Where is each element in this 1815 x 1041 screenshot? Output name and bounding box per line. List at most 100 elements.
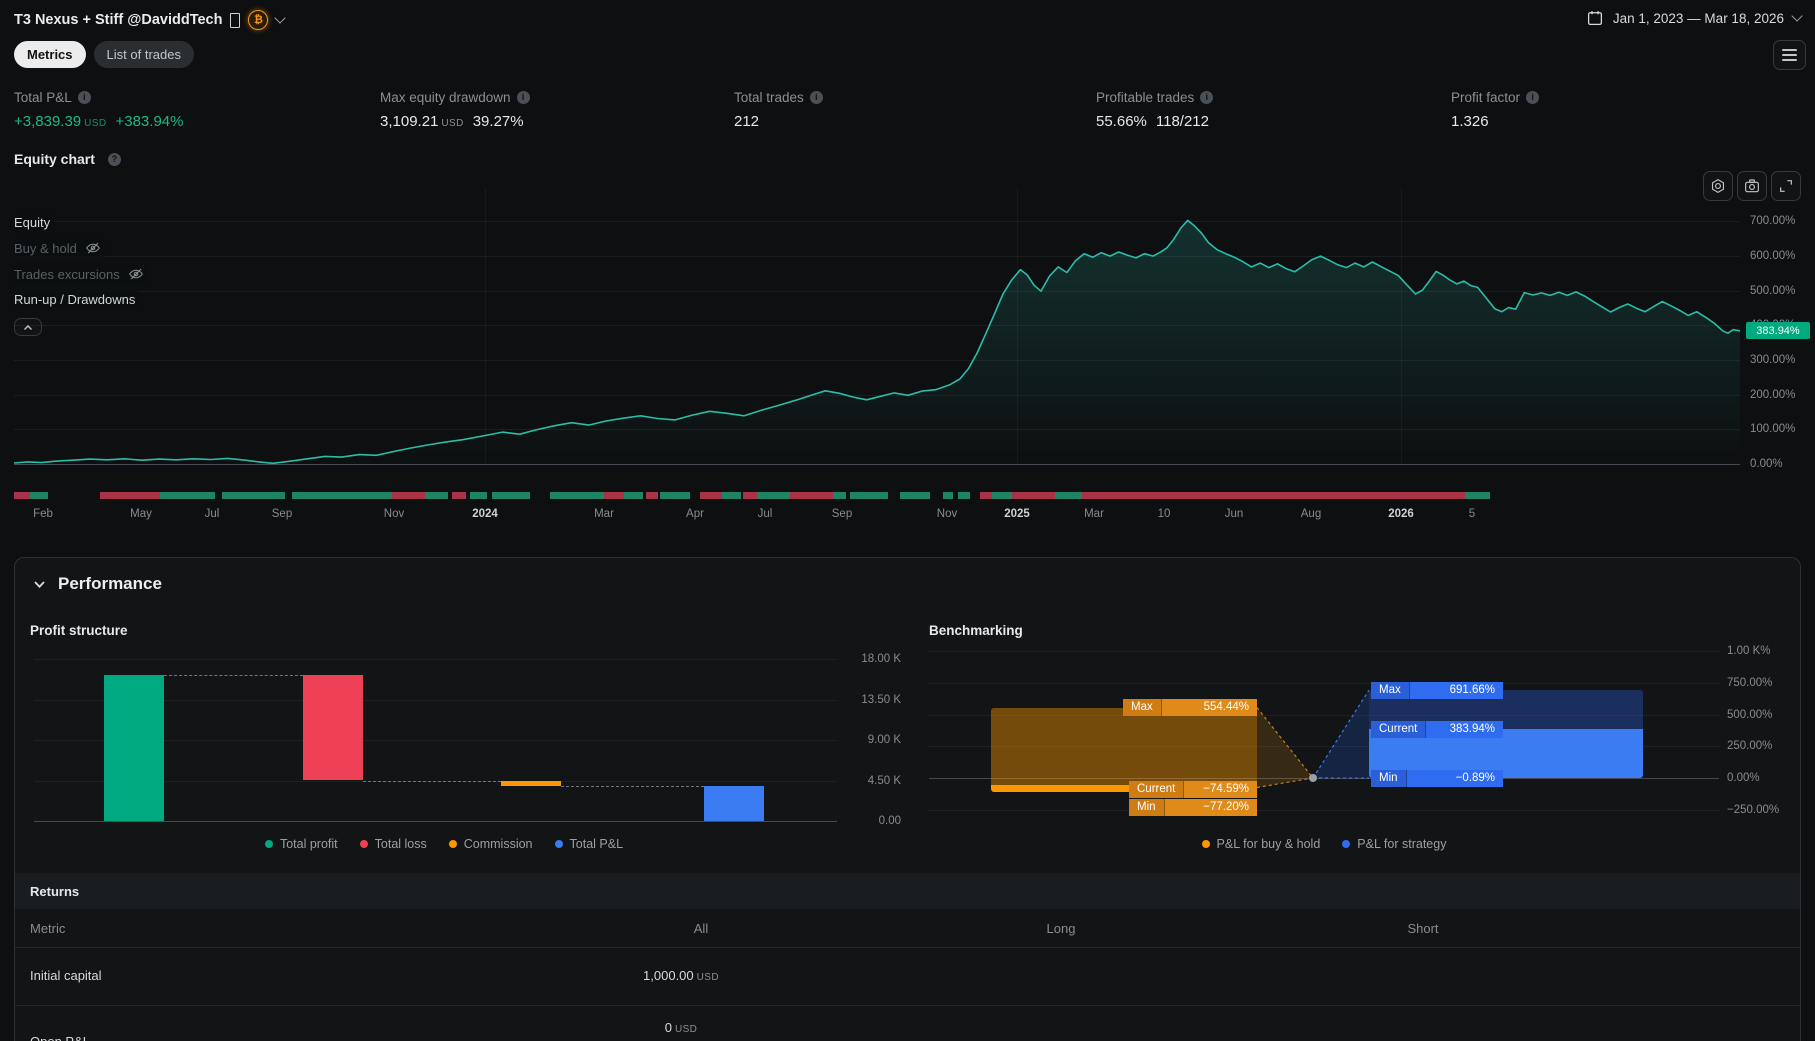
trade-period-segment: [1055, 492, 1082, 499]
x-axis-tick-label: Aug: [1300, 508, 1322, 520]
trade-period-segment: [850, 492, 888, 499]
trade-period-segment: [958, 492, 970, 499]
chip-label: Max: [1371, 682, 1409, 699]
x-axis-tick-label: 2024: [472, 508, 498, 520]
strategy-dot: [1342, 840, 1351, 848]
x-axis-tick-label: Jul: [757, 508, 773, 520]
x-axis-tick-label: Apr: [686, 508, 704, 520]
y-axis-tick-label: 200.00%: [1750, 388, 1796, 401]
chip-label: Current: [1371, 721, 1426, 738]
trade-period-segment: [646, 492, 658, 499]
trade-period-segment: [1012, 492, 1055, 499]
y-axis-tick-label: 700.00%: [1750, 215, 1796, 228]
eye-off-icon: [128, 268, 143, 280]
x-axis-tick-label: 5: [1468, 508, 1476, 520]
equity-chart-plot: 700.00%600.00%500.00%400.00%300.00%200.0…: [0, 0, 1815, 540]
y-axis-tick-label: −250.00%: [1727, 803, 1780, 816]
chip-label: Max: [1123, 699, 1161, 716]
y-axis-tick-label: 0.00%: [1750, 458, 1783, 470]
x-axis-tick-label: Nov: [383, 508, 405, 520]
commission-dot: [448, 840, 457, 848]
strategy-tester-panel: T3 Nexus + Stiff @DaviddTech ₿ Jan 1, 20…: [0, 0, 1815, 1041]
performance-card: Performance Profit structure Benchmarkin…: [14, 557, 1801, 1041]
buy-hold-min-chip: Min −77.20%: [1129, 798, 1257, 816]
trade-period-segment: [700, 492, 722, 499]
buy-hold-max-chip: Max 554.44%: [1123, 699, 1257, 716]
trade-period-segment: [452, 492, 466, 499]
trade-period-segment: [100, 492, 160, 499]
equity-curve: [13, 219, 1741, 465]
chip-value: −77.20%: [1163, 798, 1257, 816]
buy-hold-dot: [1201, 840, 1210, 848]
trade-period-segment: [790, 492, 833, 499]
legend-runup-drawdowns[interactable]: Run-up / Drawdowns: [14, 291, 140, 308]
strategy-current-chip: Current 383.94%: [1371, 721, 1503, 738]
current-value-badge: 383.94%: [1746, 322, 1810, 339]
row-open-pnl-value: 0 USD: [664, 1020, 698, 1035]
x-axis-tick-label: 2026: [1388, 508, 1414, 520]
legend-equity[interactable]: Equity: [14, 214, 55, 231]
trade-period-segment: [624, 492, 643, 499]
benchmarking-legend: P&L for buy & hold P&L for strategy: [929, 837, 1719, 851]
trade-period-segment: [425, 492, 448, 499]
profit-structure-legend: Total profit Total loss Commission Total…: [34, 837, 854, 851]
legend-collapse-button[interactable]: [14, 318, 42, 336]
y-axis-tick-label: 0.00%: [1727, 772, 1760, 784]
trade-period-segment: [550, 492, 604, 499]
trade-period-segment: [757, 492, 790, 499]
trade-period-segment: [743, 492, 757, 499]
y-axis-tick-label: 100.00%: [1750, 423, 1796, 436]
trade-period-segment: [292, 492, 392, 499]
trade-period-segment: [30, 492, 48, 499]
strategy-min-chip: Min −0.89%: [1371, 770, 1503, 787]
trade-period-segment: [392, 492, 425, 499]
trade-period-segment: [833, 492, 846, 499]
x-axis-tick-label: Mar: [1084, 508, 1104, 520]
benchmark-connectors: [1256, 689, 1370, 789]
y-axis-tick-label: 500.00%: [1750, 284, 1796, 297]
strategy-max-chip: Max 691.66%: [1371, 682, 1503, 699]
trade-period-segment: [943, 492, 953, 499]
x-axis-tick-label: Mar: [594, 508, 614, 520]
chip-label: Current: [1129, 781, 1184, 798]
col-all: All: [693, 921, 709, 936]
trade-period-segment: [900, 492, 930, 499]
x-axis-tick-label: 10: [1157, 508, 1171, 520]
buy-hold-current-chip: Current −74.59%: [1129, 781, 1257, 798]
trade-period-segment: [604, 492, 624, 499]
y-axis-tick-label: 250.00%: [1727, 740, 1773, 753]
col-short: Short: [1407, 921, 1439, 936]
x-axis-tick-label: Sep: [831, 508, 853, 520]
y-axis-tick-label: 500.00%: [1727, 708, 1773, 721]
returns-title: Returns: [30, 883, 80, 899]
x-axis-tick-label: 2025: [1004, 508, 1030, 520]
chip-value: −0.89%: [1405, 770, 1503, 787]
x-axis-tick-label: Sep: [271, 508, 293, 520]
collapse-chevron-icon: [24, 324, 32, 330]
total-loss-dot: [359, 840, 368, 848]
chip-value: 691.66%: [1408, 682, 1503, 699]
legend-trades-excursions[interactable]: Trades excursions: [14, 265, 148, 283]
trade-period-segment: [1082, 492, 1465, 499]
buy-hold-range-box: [991, 707, 1257, 785]
eye-off-icon: [85, 242, 100, 254]
returns-section-header: Returns: [15, 873, 1800, 909]
chip-label: Min: [1371, 770, 1406, 787]
col-metric: Metric: [30, 921, 66, 936]
trade-period-segment: [492, 492, 530, 499]
grid-line: [929, 651, 1719, 652]
chip-label: Min: [1129, 798, 1164, 816]
trade-periods-strip[interactable]: [0, 492, 1815, 499]
trade-period-segment: [470, 492, 487, 499]
trade-period-segment: [14, 492, 30, 499]
total-pnl-dot: [554, 840, 563, 848]
x-axis-tick-label: May: [130, 508, 152, 520]
trade-period-segment: [160, 492, 215, 499]
y-axis-tick-label: 300.00%: [1750, 353, 1796, 366]
legend-buy-and-hold[interactable]: Buy & hold: [14, 239, 105, 257]
benchmarking-chart: 1.00 K% 750.00% 500.00% 250.00% 0.00% −250.00…: [15, 558, 1800, 858]
y-axis-tick-label: 1.00 K%: [1727, 645, 1771, 657]
y-axis-tick-label: 750.00%: [1727, 676, 1773, 689]
chip-value: 383.94%: [1425, 721, 1503, 738]
y-axis-tick-label: 600.00%: [1750, 249, 1796, 262]
